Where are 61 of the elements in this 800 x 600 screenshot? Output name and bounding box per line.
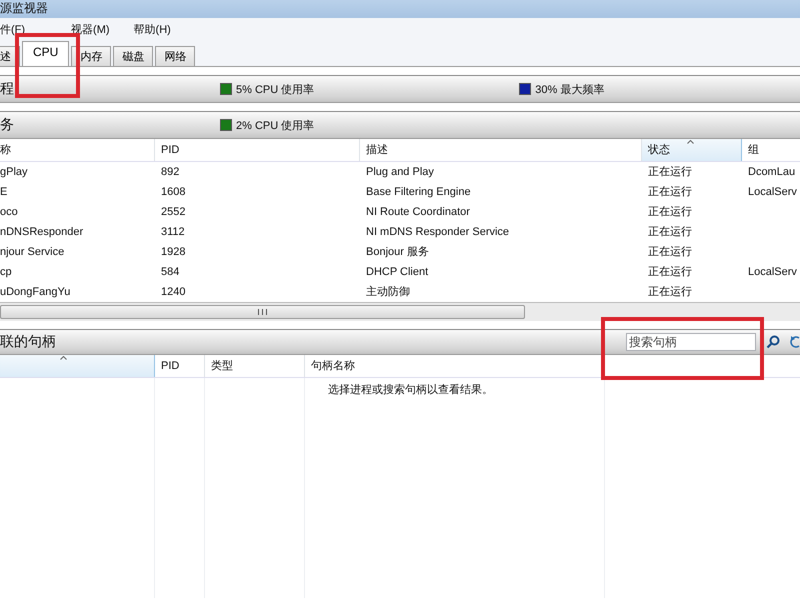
empty-message: 选择进程或搜索句柄以查看结果。 xyxy=(327,384,493,396)
tab[interactable]: 磁盘 xyxy=(113,46,154,66)
table-cell: 正在运行 xyxy=(648,286,692,298)
table-cell: 正在运行 xyxy=(648,226,692,238)
grip-icon xyxy=(258,309,267,315)
tab[interactable]: 网络 xyxy=(155,46,196,66)
column-header[interactable]: PID xyxy=(155,139,360,161)
section-header[interactable]: 程 5% CPU 使用率 30% 最大频率 xyxy=(0,76,800,103)
stat-label: 30% 最大频率 xyxy=(535,82,604,96)
column-header[interactable]: 类型 xyxy=(205,355,305,377)
scrollbar-thumb[interactable] xyxy=(0,305,525,319)
table-cell: njour Service xyxy=(0,246,64,258)
table-cell: 584 xyxy=(161,266,180,278)
refresh-icon[interactable] xyxy=(790,335,800,349)
table-cell: DcomLau xyxy=(748,166,796,178)
table-cell: LocalServ xyxy=(748,266,797,278)
table-cell: 正在运行 xyxy=(648,266,692,278)
table-cell: uDongFangYu xyxy=(0,286,70,298)
table-cell: oco xyxy=(0,206,18,218)
column-header[interactable]: PID xyxy=(155,355,205,377)
sort-caret-icon xyxy=(60,356,67,360)
section-header[interactable]: 联的句柄 搜索句柄 xyxy=(0,330,800,355)
table-cell: Base Filtering Engine xyxy=(366,186,471,198)
table-cell: 正在运行 xyxy=(648,166,692,178)
section-title: 务 xyxy=(0,116,15,134)
table-cell: Bonjour 服务 xyxy=(366,246,429,258)
tab[interactable]: 内存 xyxy=(71,46,112,66)
table-cell: 正在运行 xyxy=(648,246,692,258)
table-cell: 正在运行 xyxy=(648,206,692,218)
table-cell: NI Route Coordinator xyxy=(366,206,470,218)
column-header[interactable]: 称 xyxy=(0,139,155,161)
section-title: 程 xyxy=(0,80,15,98)
table-cell: E xyxy=(0,186,8,198)
section-header[interactable]: 务 2% CPU 使用率 xyxy=(0,112,800,139)
table-cell: 主动防御 xyxy=(366,286,410,298)
stat-label: 2% CPU 使用率 xyxy=(236,118,314,132)
table-cell: DHCP Client xyxy=(366,266,428,278)
stat-label: 5% CPU 使用率 xyxy=(236,82,314,96)
column-header[interactable]: 状态 xyxy=(642,139,742,161)
table-cell: cp xyxy=(0,266,12,278)
table-cell: 1240 xyxy=(161,286,186,298)
table-cell: 3112 xyxy=(161,226,185,238)
section-title: 联的句柄 xyxy=(0,333,57,351)
menu-item[interactable]: 帮助(H) xyxy=(134,22,171,36)
column-header[interactable]: 句柄名称 xyxy=(305,355,605,377)
table-cell: NI mDNS Responder Service xyxy=(366,226,510,238)
window-title: 源监视器 xyxy=(0,1,48,15)
table-cell: nDNSResponder xyxy=(0,226,84,238)
sort-caret-icon xyxy=(687,140,694,144)
tab[interactable]: CPU xyxy=(22,41,70,66)
table-cell: 1608 xyxy=(161,186,186,198)
table-cell: 1928 xyxy=(161,246,186,258)
search-icon[interactable] xyxy=(766,335,780,349)
table-cell: 2552 xyxy=(161,206,186,218)
search-field[interactable]: 搜索句柄 xyxy=(626,333,756,351)
table-cell: LocalServ xyxy=(748,186,797,198)
table-cell: 正在运行 xyxy=(648,186,692,198)
table-cell: gPlay xyxy=(0,166,28,178)
table-cell: Plug and Play xyxy=(366,166,434,178)
column-header[interactable]: 组 xyxy=(742,139,800,161)
table-cell: 892 xyxy=(161,166,180,178)
